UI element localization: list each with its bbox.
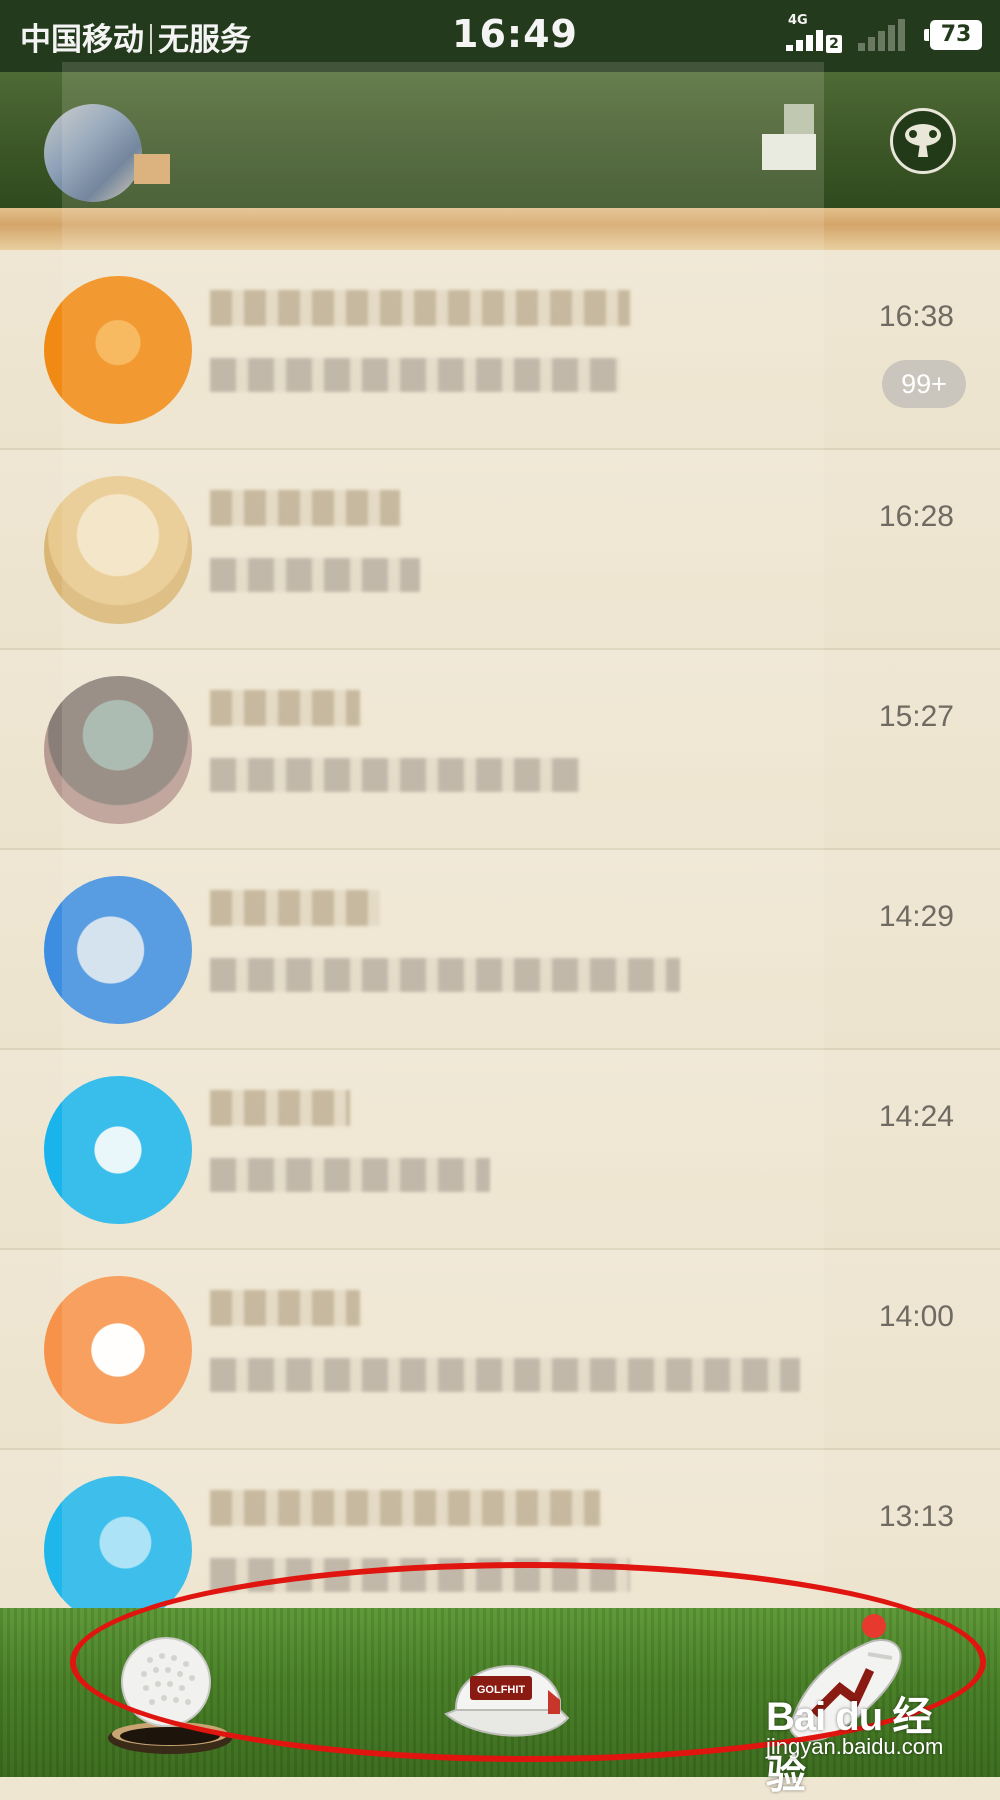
contact-name-redacted xyxy=(210,1090,350,1126)
notification-dot xyxy=(862,1614,886,1638)
tab-golf-shoe[interactable] xyxy=(770,1618,920,1758)
message-time: 13:13 xyxy=(878,1500,954,1533)
carrier-label: 中国移动 无服务 xyxy=(20,14,251,59)
tab-golf-ball[interactable] xyxy=(100,1620,240,1760)
conversation-row[interactable]: 15:27 xyxy=(0,650,1000,850)
contact-name-redacted xyxy=(210,1290,360,1326)
conversation-row[interactable]: 14:29 xyxy=(0,850,1000,1050)
contact-name-redacted xyxy=(210,490,400,526)
contact-avatar[interactable] xyxy=(44,1476,192,1624)
message-time: 15:27 xyxy=(878,700,954,733)
message-time: 16:38 xyxy=(878,300,954,333)
message-preview-redacted xyxy=(210,1558,630,1592)
contact-name-redacted xyxy=(210,690,360,726)
contact-name-redacted xyxy=(210,290,630,326)
contact-avatar[interactable] xyxy=(44,1276,192,1424)
status-icons: 4G 2 73 xyxy=(786,12,982,58)
header-wood-trim xyxy=(0,208,1000,250)
tab-golf-cap[interactable]: GOLFHIT xyxy=(436,1630,576,1760)
conversation-row[interactable]: 14:24 xyxy=(0,1050,1000,1250)
contact-name-redacted xyxy=(210,1490,600,1526)
sim-number: 2 xyxy=(826,35,842,53)
cap-logo-text: GOLFHIT xyxy=(477,1684,526,1696)
message-time: 14:00 xyxy=(878,1300,954,1333)
conversation-row[interactable]: 14:00 xyxy=(0,1250,1000,1450)
unread-badge: 99+ xyxy=(882,360,966,408)
profile-badge xyxy=(134,154,170,184)
clock: 16:49 xyxy=(452,12,578,56)
status-bar: 中国移动 无服务 16:49 4G 2 73 xyxy=(0,0,1000,72)
contact-name-redacted xyxy=(210,890,380,926)
golf-cap-icon: GOLFHIT xyxy=(444,1665,570,1737)
signal-bars-dim xyxy=(858,19,905,51)
message-time: 14:24 xyxy=(878,1100,954,1133)
compose-icon[interactable] xyxy=(762,104,816,170)
page-title xyxy=(420,118,570,162)
contact-avatar[interactable] xyxy=(44,1076,192,1224)
message-preview-redacted xyxy=(210,358,620,392)
battery-icon: 73 xyxy=(924,20,982,50)
message-time: 16:28 xyxy=(878,500,954,533)
message-preview-redacted xyxy=(210,958,680,992)
message-time: 14:29 xyxy=(878,900,954,933)
message-preview-redacted xyxy=(210,1358,800,1392)
network-type: 4G xyxy=(788,13,808,28)
contact-avatar[interactable] xyxy=(44,476,192,624)
signal-bars xyxy=(786,30,823,51)
profile-avatar[interactable] xyxy=(44,104,142,202)
carrier-divider xyxy=(150,24,152,54)
tree-emblem-icon xyxy=(905,124,941,157)
message-preview-redacted xyxy=(210,758,580,792)
message-preview-redacted xyxy=(210,1158,490,1192)
carrier-name: 中国移动 xyxy=(20,22,144,58)
golf-club-logo-icon[interactable] xyxy=(890,108,956,174)
contact-avatar[interactable] xyxy=(44,676,192,824)
message-preview-redacted xyxy=(210,558,420,592)
contact-avatar[interactable] xyxy=(44,876,192,1024)
service-status: 无服务 xyxy=(158,22,251,58)
contact-avatar[interactable] xyxy=(44,276,192,424)
golf-ball-icon xyxy=(108,1637,232,1754)
golf-shoe-icon xyxy=(788,1639,902,1742)
signal-4g-icon: 4G 2 xyxy=(786,13,842,55)
signal-secondary-icon xyxy=(858,15,914,55)
conversation-row[interactable]: 16:38 99+ xyxy=(0,250,1000,450)
conversation-row[interactable]: 16:28 xyxy=(0,450,1000,650)
